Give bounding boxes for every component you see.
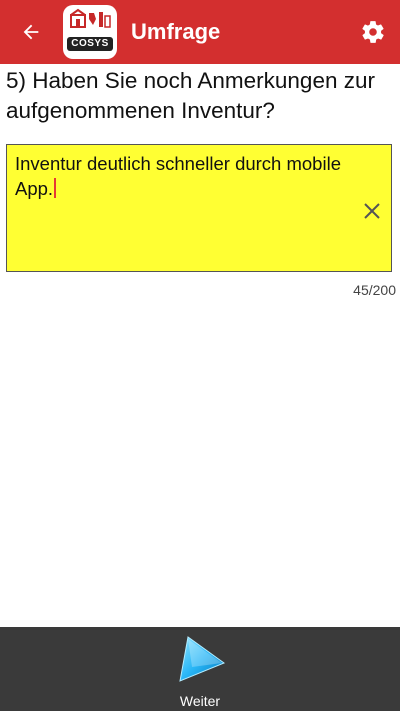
question-text: 5) Haben Sie noch Anmerkungen zur aufgen… — [6, 68, 375, 123]
next-button[interactable]: Weiter — [150, 627, 250, 711]
app-logo: COSYS — [63, 5, 117, 59]
answer-value[interactable]: Inventur deutlich schneller durch mobile… — [15, 151, 345, 201]
next-button-label: Weiter — [179, 693, 221, 709]
settings-button[interactable] — [357, 16, 389, 48]
arrow-left-icon — [23, 24, 39, 40]
bottom-bar: Weiter — [0, 627, 400, 711]
page-title: Umfrage — [131, 19, 221, 44]
logo-text: COSYS — [71, 38, 109, 49]
gear-icon — [362, 21, 384, 43]
play-arrow-icon — [179, 636, 226, 682]
answer-textarea[interactable]: Inventur deutlich schneller durch mobile… — [6, 144, 392, 272]
character-counter: 45/200 — [353, 282, 396, 298]
close-icon — [364, 203, 380, 219]
text-cursor — [54, 178, 57, 198]
app-bar: COSYS Umfrage — [0, 0, 400, 64]
clear-text-button[interactable] — [361, 200, 383, 222]
back-button[interactable] — [14, 17, 48, 47]
